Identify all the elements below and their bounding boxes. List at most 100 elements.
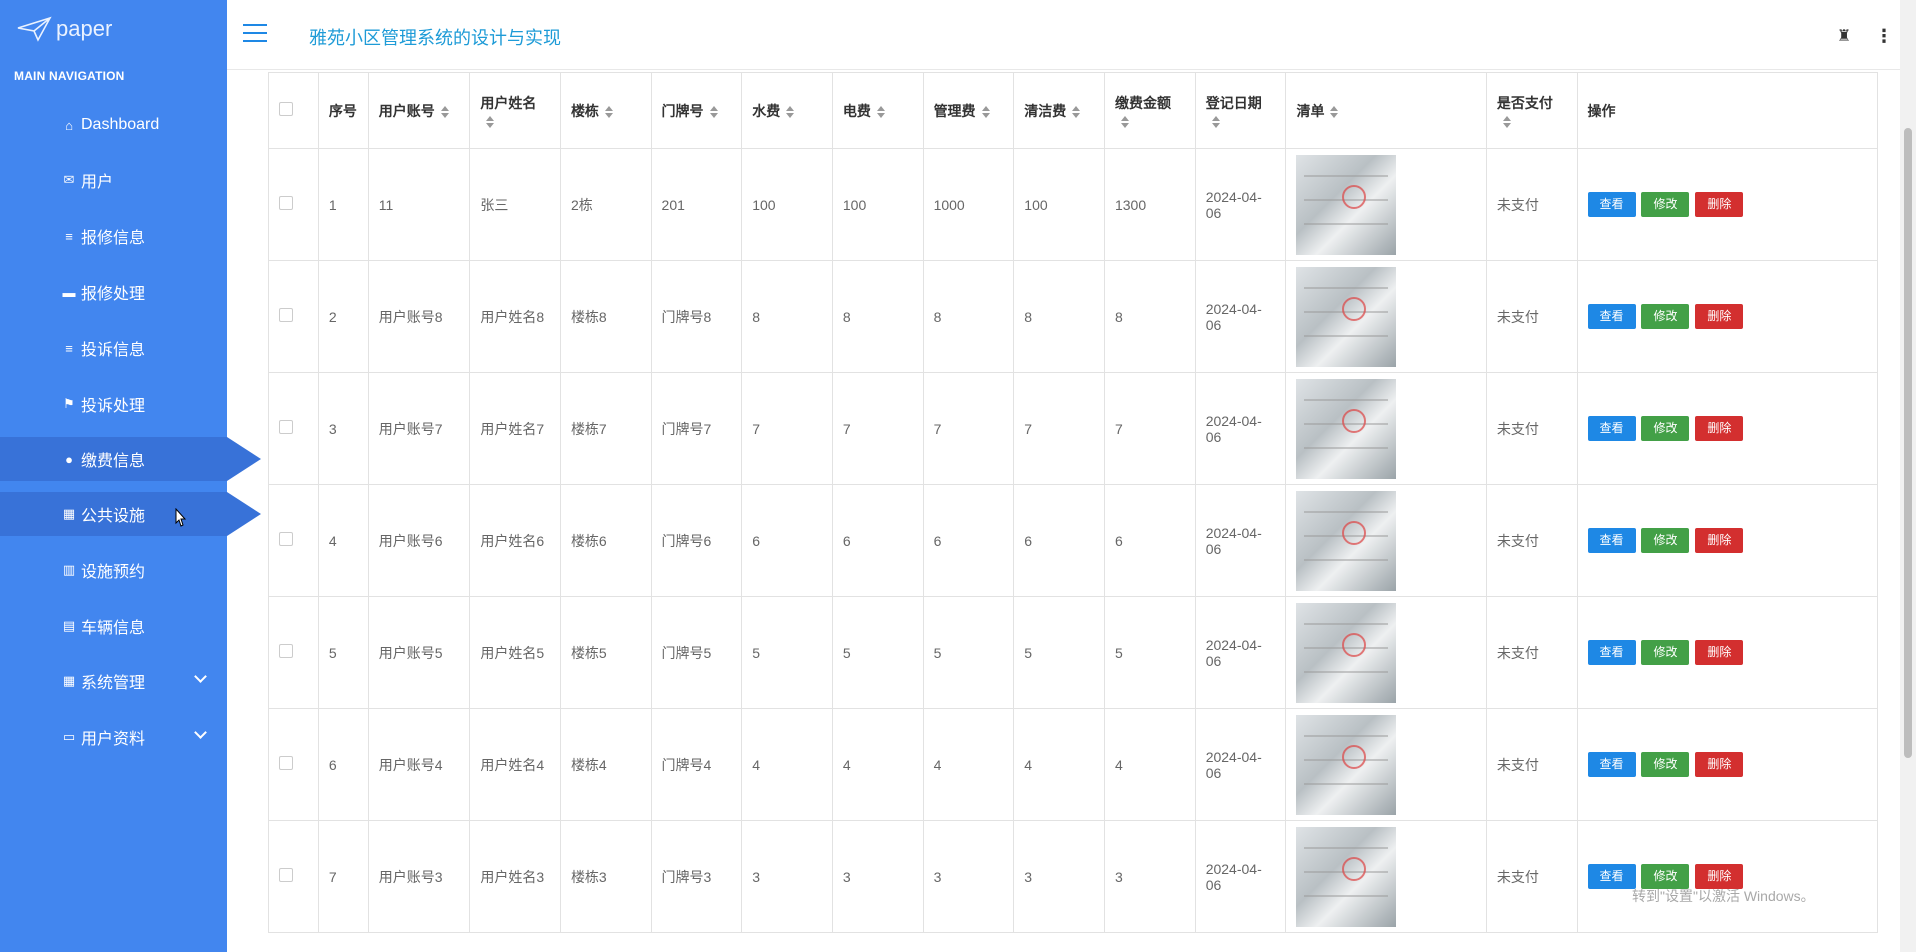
header-name[interactable]: 用户姓名 xyxy=(469,72,561,149)
view-button[interactable]: 查看 xyxy=(1587,752,1636,777)
receipt-thumbnail[interactable] xyxy=(1296,602,1397,703)
header-date[interactable]: 登记日期 xyxy=(1194,72,1287,149)
table-row: 7 用户账号3 用户姓名3 楼栋3 门牌号3 3 3 3 3 3 2024-04-06 未支付 查看 修… xyxy=(268,820,1878,933)
row-receipt-cell xyxy=(1285,708,1487,821)
view-button[interactable]: 查看 xyxy=(1587,416,1636,441)
receipt-thumbnail[interactable] xyxy=(1296,378,1397,479)
row-building: 楼栋5 xyxy=(559,596,652,709)
sidebar-item-dashboard[interactable]: ⌂ Dashboard xyxy=(0,103,227,147)
header-door[interactable]: 门牌号 xyxy=(650,72,743,149)
delete-button[interactable]: 删除 xyxy=(1695,752,1744,777)
sidebar-item-public-facilities[interactable]: ▦ 公共设施 xyxy=(0,492,261,536)
sidebar-item-vehicle-info[interactable]: ▤ 车辆信息 xyxy=(0,604,227,648)
sidebar-item-facility-booking[interactable]: ▥ 设施预约 xyxy=(0,548,227,592)
row-checkbox[interactable] xyxy=(279,868,293,882)
sort-icon[interactable] xyxy=(1120,115,1129,128)
row-receipt-cell xyxy=(1285,820,1487,933)
sidebar-item-label: 报修处理 xyxy=(81,286,146,303)
edit-button[interactable]: 修改 xyxy=(1641,640,1690,665)
edit-button[interactable]: 修改 xyxy=(1641,416,1690,441)
header-account[interactable]: 用户账号 xyxy=(367,72,471,149)
view-button[interactable]: 查看 xyxy=(1587,864,1636,889)
sort-icon[interactable] xyxy=(1072,105,1081,118)
delete-button[interactable]: 删除 xyxy=(1695,640,1744,665)
receipt-thumbnail[interactable] xyxy=(1296,826,1397,927)
table-row: 5 用户账号5 用户姓名5 楼栋5 门牌号5 5 5 5 5 5 2024-04-06 未支付 查看 修… xyxy=(268,596,1878,709)
header-power[interactable]: 电费 xyxy=(831,72,924,149)
row-checkbox[interactable] xyxy=(279,196,293,210)
more-vertical-icon[interactable]: ⋮ xyxy=(1875,26,1893,47)
header-list[interactable]: 清单 xyxy=(1285,72,1487,149)
delete-button[interactable]: 删除 xyxy=(1695,304,1744,329)
row-date: 2024-04-06 xyxy=(1194,820,1287,933)
receipt-thumbnail[interactable] xyxy=(1296,266,1397,367)
header-water[interactable]: 水费 xyxy=(741,72,833,149)
user-icon[interactable]: ♜ xyxy=(1837,26,1851,46)
logo[interactable]: paper xyxy=(16,16,112,42)
edit-button[interactable]: 修改 xyxy=(1641,192,1690,217)
delete-button[interactable]: 删除 xyxy=(1695,192,1744,217)
receipt-thumbnail[interactable] xyxy=(1296,154,1397,255)
row-checkbox[interactable] xyxy=(279,308,293,322)
person-icon: ● xyxy=(65,451,73,467)
view-button[interactable]: 查看 xyxy=(1587,304,1636,329)
delete-button[interactable]: 删除 xyxy=(1695,416,1744,441)
table-header-row: 序号 用户账号 用户姓名 楼栋 门牌号 水费 电费 管理费 清洁费 缴费金额 登… xyxy=(268,72,1878,149)
row-paid: 未支付 xyxy=(1485,708,1578,821)
header-manage[interactable]: 管理费 xyxy=(922,72,1015,149)
row-water: 5 xyxy=(741,596,833,709)
header-building[interactable]: 楼栋 xyxy=(559,72,652,149)
sort-icon[interactable] xyxy=(1502,115,1511,128)
row-checkbox[interactable] xyxy=(279,420,293,434)
sort-icon[interactable] xyxy=(981,105,990,118)
row-checkbox[interactable] xyxy=(279,756,293,770)
select-all-checkbox[interactable] xyxy=(279,102,293,116)
sidebar-item-system-management[interactable]: ▦ 系统管理 xyxy=(0,659,227,703)
scrollbar-thumb[interactable] xyxy=(1904,128,1912,758)
edit-button[interactable]: 修改 xyxy=(1641,304,1690,329)
row-actions: 查看 修改 删除 xyxy=(1576,708,1878,821)
menu-toggle-icon[interactable] xyxy=(243,24,267,44)
header-paid[interactable]: 是否支付 xyxy=(1485,72,1578,149)
receipt-thumbnail[interactable] xyxy=(1296,714,1397,815)
row-checkbox[interactable] xyxy=(279,532,293,546)
header-amount[interactable]: 缴费金额 xyxy=(1103,72,1196,149)
row-checkbox[interactable] xyxy=(279,644,293,658)
grid-icon: ▦ xyxy=(62,506,76,521)
sidebar-item-repair-info[interactable]: ≡ 报修信息 xyxy=(0,214,227,258)
delete-button[interactable]: 删除 xyxy=(1695,528,1744,553)
row-power: 8 xyxy=(831,260,924,373)
view-button[interactable]: 查看 xyxy=(1587,528,1636,553)
sidebar-item-complaint-handle[interactable]: ⚑ 投诉处理 xyxy=(0,382,227,426)
sort-icon[interactable] xyxy=(1330,105,1339,118)
sort-icon[interactable] xyxy=(786,105,795,118)
row-door: 门牌号8 xyxy=(650,260,743,373)
row-amount: 5 xyxy=(1103,596,1196,709)
sort-icon[interactable] xyxy=(440,105,449,118)
sort-icon[interactable] xyxy=(486,115,495,128)
sidebar-item-payment-info[interactable]: ● 缴费信息 xyxy=(0,437,261,481)
header-index: 序号 xyxy=(317,72,369,149)
view-button[interactable]: 查看 xyxy=(1587,640,1636,665)
row-actions: 查看 修改 删除 xyxy=(1576,260,1878,373)
sidebar-item-complaint-info[interactable]: ≡ 投诉信息 xyxy=(0,326,227,370)
sort-icon[interactable] xyxy=(709,105,718,118)
sort-icon[interactable] xyxy=(604,105,613,118)
row-account: 用户账号5 xyxy=(367,596,471,709)
header-clean[interactable]: 清洁费 xyxy=(1013,72,1105,149)
view-button[interactable]: 查看 xyxy=(1587,192,1636,217)
row-power: 100 xyxy=(831,148,924,261)
sidebar-item-user-profile[interactable]: ▭ 用户资料 xyxy=(0,715,227,759)
sidebar-item-users[interactable]: ✉ 用户 xyxy=(0,158,227,202)
edit-button[interactable]: 修改 xyxy=(1641,752,1690,777)
row-manage: 1000 xyxy=(922,148,1015,261)
receipt-thumbnail[interactable] xyxy=(1296,490,1397,591)
sort-icon[interactable] xyxy=(876,105,885,118)
sidebar-item-repair-handle[interactable]: ▬ 报修处理 xyxy=(0,270,227,314)
row-clean: 8 xyxy=(1013,260,1105,373)
table-row: 4 用户账号6 用户姓名6 楼栋6 门牌号6 6 6 6 6 6 2024-04-06 未支付 查看 修… xyxy=(268,484,1878,597)
edit-button[interactable]: 修改 xyxy=(1641,528,1690,553)
row-name: 用户姓名5 xyxy=(469,596,561,709)
row-account: 用户账号3 xyxy=(367,820,471,933)
sort-icon[interactable] xyxy=(1211,115,1220,128)
